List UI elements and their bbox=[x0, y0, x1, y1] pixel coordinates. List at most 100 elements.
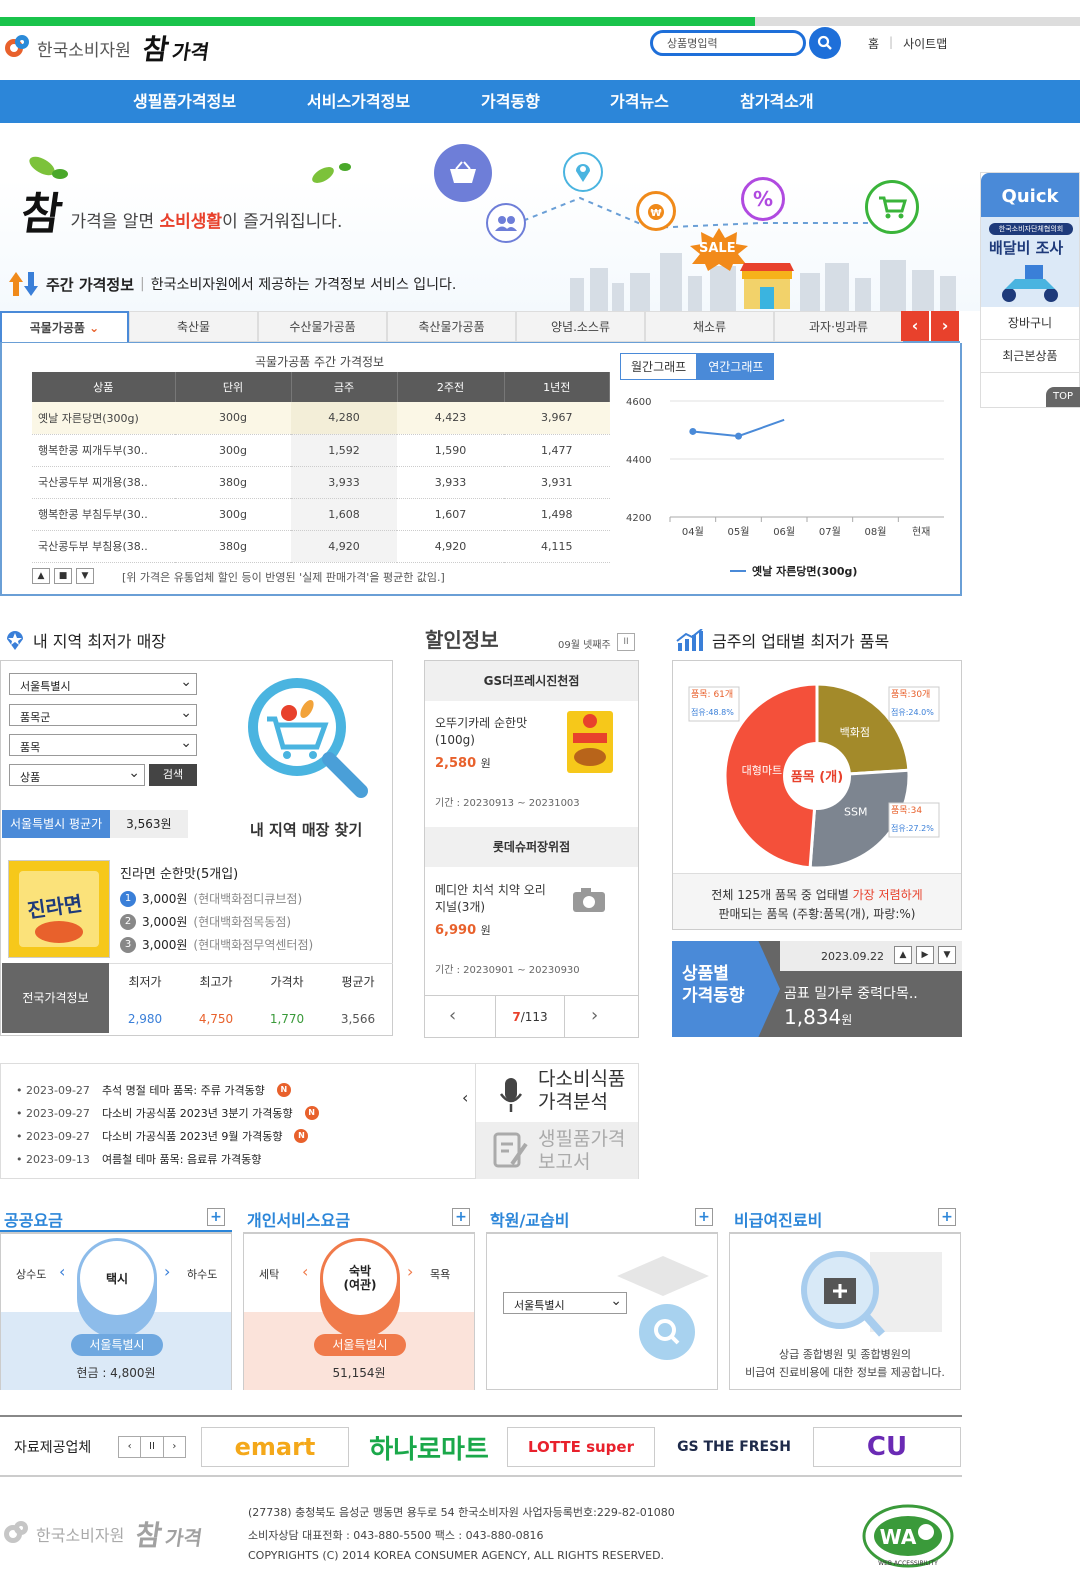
delivery-survey-banner[interactable]: 한국소비자단체협의회 배달비 조사 bbox=[981, 217, 1079, 307]
pie-callout-count: 품목:34 bbox=[891, 805, 922, 816]
fee-center-item[interactable]: 택시 bbox=[80, 1241, 154, 1315]
hanaro-mart-logo[interactable]: 하나로마트 bbox=[355, 1427, 503, 1467]
product-select[interactable]: 상품 bbox=[9, 764, 145, 786]
partners-pause-button[interactable]: II bbox=[140, 1437, 164, 1457]
fee-left-item[interactable]: 상수도 bbox=[16, 1266, 46, 1282]
food-analysis-link[interactable]: 다소비식품 가격분석 bbox=[538, 1068, 625, 1114]
search-input[interactable]: 상품명입력 bbox=[650, 30, 806, 56]
fee-right-item[interactable]: 하수도 bbox=[187, 1266, 217, 1282]
price-table: 상품 단위 금주 2주전 1년전 옛날 자른당면(300g) 300g 4,280 4… bbox=[32, 372, 610, 563]
pager-up-button[interactable]: ▲ bbox=[32, 568, 50, 584]
sale-product-name[interactable]: 메디안 치석 치약 오리 지널(3개) bbox=[435, 882, 575, 916]
medical-fee-title[interactable]: 비급여진료비 bbox=[734, 1207, 822, 1231]
fee-left-item[interactable]: 세탁 bbox=[259, 1266, 279, 1282]
tab-vegetable[interactable]: 채소류 bbox=[645, 311, 774, 342]
table-row[interactable]: 옛날 자른당면(300g) 300g 4,280 4,423 3,967 bbox=[32, 402, 610, 435]
news-prev-button[interactable]: ‹ bbox=[462, 1088, 468, 1107]
fee-region-pill[interactable]: 서울특별시 bbox=[314, 1334, 406, 1356]
partners-prev-button[interactable]: ‹ bbox=[119, 1437, 140, 1457]
gs-the-fresh-logo[interactable]: GS THE FRESH bbox=[660, 1427, 808, 1467]
product-name[interactable]: 진라면 순한맛(5개입) bbox=[120, 863, 238, 882]
national-price-col: 최고가 4,750 bbox=[186, 973, 246, 1026]
service-fee-more-button[interactable]: + bbox=[452, 1208, 470, 1226]
nav-item-service-price[interactable]: 서비스가격정보 bbox=[307, 80, 410, 123]
sale-store-name: GS더프레시진천점 bbox=[425, 661, 638, 701]
sale-prev-button[interactable]: ‹ bbox=[449, 1005, 456, 1026]
quick-recent-link[interactable]: 최근본상품 bbox=[981, 340, 1079, 373]
table-row[interactable]: 국산콩두부 찌개용(38.. 380g 3,933 3,933 3,931 bbox=[32, 466, 610, 499]
partners-next-button[interactable]: › bbox=[164, 1437, 185, 1457]
quick-cart-link[interactable]: 장바구니 bbox=[981, 307, 1079, 340]
nav-item-daily-goods[interactable]: 생필품가격정보 bbox=[133, 80, 236, 123]
find-store-label[interactable]: 내 지역 매장 찾기 bbox=[250, 819, 362, 840]
home-link[interactable]: 홈 bbox=[868, 35, 879, 52]
public-fee-title[interactable]: 공공요금 bbox=[4, 1207, 63, 1231]
store-search-icon[interactable] bbox=[245, 675, 369, 799]
top-button[interactable]: TOP bbox=[1046, 387, 1080, 407]
tab-grain[interactable]: 곡물가공품 ⌄ bbox=[0, 311, 129, 342]
item-select[interactable]: 품목 bbox=[9, 734, 197, 756]
fee-prev-button[interactable]: ‹ bbox=[302, 1262, 308, 1281]
tab-sauce[interactable]: 양념.소스류 bbox=[516, 311, 645, 342]
store-rank-item[interactable]: 1 3,000원 (현대백화점디큐브점) bbox=[120, 890, 302, 907]
emart-logo[interactable]: emart bbox=[201, 1427, 349, 1467]
tab-snack[interactable]: 과자·빙과류 bbox=[774, 311, 903, 342]
store-rank-item[interactable]: 2 3,000원 (현대백화점목동점) bbox=[120, 913, 291, 930]
store-rank-item[interactable]: 3 3,000원 (현대백화점무역센터점) bbox=[120, 936, 313, 953]
cu-logo[interactable]: CU bbox=[813, 1427, 961, 1467]
sale-title: 할인정보 bbox=[425, 628, 499, 652]
region-select[interactable]: 서울특별시 bbox=[9, 673, 197, 695]
academy-region-select[interactable]: 서울특별시 bbox=[503, 1292, 627, 1314]
new-badge-icon: N bbox=[294, 1129, 309, 1143]
medical-fee-more-button[interactable]: + bbox=[938, 1208, 956, 1226]
academy-fee-title[interactable]: 학원/교습비 bbox=[490, 1207, 569, 1231]
pager-stop-button[interactable]: ■ bbox=[54, 568, 72, 584]
news-item[interactable]: • 2023-09-27 추석 명절 테마 품목: 주류 가격동향 N bbox=[16, 1082, 291, 1098]
fee-prev-button[interactable]: ‹ bbox=[59, 1262, 65, 1281]
fee-region-pill[interactable]: 서울특별시 bbox=[71, 1334, 163, 1356]
news-side-panel: ‹ 다소비식품 가격분석 생필품가격 보고서 bbox=[462, 1063, 639, 1179]
tab-yearly-graph[interactable]: 연간그래프 bbox=[697, 353, 775, 380]
nav-item-about[interactable]: 참가격소개 bbox=[740, 80, 814, 123]
trend-up-button[interactable]: ▲ bbox=[894, 946, 912, 964]
trend-play-button[interactable]: ▶ bbox=[916, 946, 934, 964]
pager-down-button[interactable]: ▼ bbox=[76, 568, 94, 584]
table-row[interactable]: 국산콩두부 부침용(38.. 380g 4,920 4,920 4,115 bbox=[32, 530, 610, 563]
news-item[interactable]: • 2023-09-27 다소비 가공식품 2023년 3분기 가격동향 N bbox=[16, 1105, 319, 1121]
academy-fee-more-button[interactable]: + bbox=[695, 1208, 713, 1226]
sale-product-name[interactable]: 오뚜기카레 순한맛 (100g) bbox=[435, 715, 565, 749]
category-select[interactable]: 품목군 bbox=[9, 704, 197, 726]
tab-monthly-graph[interactable]: 월간그래프 bbox=[620, 353, 698, 380]
table-row[interactable]: 행복한콩 찌개두부(30.. 300g 1,592 1,590 1,477 bbox=[32, 434, 610, 467]
tab-livestock-processed[interactable]: 축산물가공품 bbox=[387, 311, 516, 342]
lotte-super-logo[interactable]: LOTTE super bbox=[507, 1427, 655, 1467]
price-report-link[interactable]: 생필품가격 보고서 bbox=[538, 1128, 625, 1174]
fee-next-button[interactable]: › bbox=[407, 1262, 413, 1281]
graph-tabs: 월간그래프 연간그래프 bbox=[620, 353, 775, 380]
tabs-next-button[interactable]: › bbox=[931, 311, 959, 341]
nav-item-price-trend[interactable]: 가격동향 bbox=[481, 80, 540, 123]
sale-pause-button[interactable]: II bbox=[617, 633, 635, 651]
table-row[interactable]: 행복한콩 부침두부(30.. 300g 1,608 1,607 1,498 bbox=[32, 498, 610, 531]
public-fee-more-button[interactable]: + bbox=[207, 1208, 225, 1226]
service-fee-title[interactable]: 개인서비스요금 bbox=[247, 1207, 350, 1231]
tabs-prev-button[interactable]: ‹ bbox=[901, 311, 929, 341]
sale-price: 2,580 원 bbox=[435, 756, 491, 771]
search-button[interactable] bbox=[809, 27, 841, 59]
news-item[interactable]: • 2023-09-13 여름철 테마 품목: 음료류 가격동향 bbox=[16, 1151, 261, 1167]
nav-item-price-news[interactable]: 가격뉴스 bbox=[610, 80, 669, 123]
fee-center-item[interactable]: 숙박 (여관) bbox=[323, 1241, 397, 1315]
site-logo[interactable]: 한국소비자원 참가격 bbox=[5, 28, 211, 68]
news-item[interactable]: • 2023-09-27 다소비 가공식품 2023년 9월 가격동향 N bbox=[16, 1128, 309, 1144]
trend-product[interactable]: 곰표 밀가루 중력다목.. bbox=[784, 983, 918, 1003]
tab-livestock[interactable]: 축산물 bbox=[129, 311, 258, 342]
sale-next-button[interactable]: › bbox=[591, 1005, 598, 1026]
medical-desc-2: 비급여 진료비용에 대한 정보를 제공합니다. bbox=[745, 1366, 945, 1379]
sitemap-link[interactable]: 사이트맵 bbox=[903, 35, 947, 52]
trend-down-button[interactable]: ▼ bbox=[938, 946, 956, 964]
tab-seafood-processed[interactable]: 수산물가공품 bbox=[258, 311, 387, 342]
fee-next-button[interactable]: › bbox=[164, 1262, 170, 1281]
weekly-title: 주간 가격정보 bbox=[46, 275, 135, 294]
region-search-button[interactable]: 검색 bbox=[149, 764, 197, 786]
fee-right-item[interactable]: 목욕 bbox=[430, 1266, 450, 1282]
